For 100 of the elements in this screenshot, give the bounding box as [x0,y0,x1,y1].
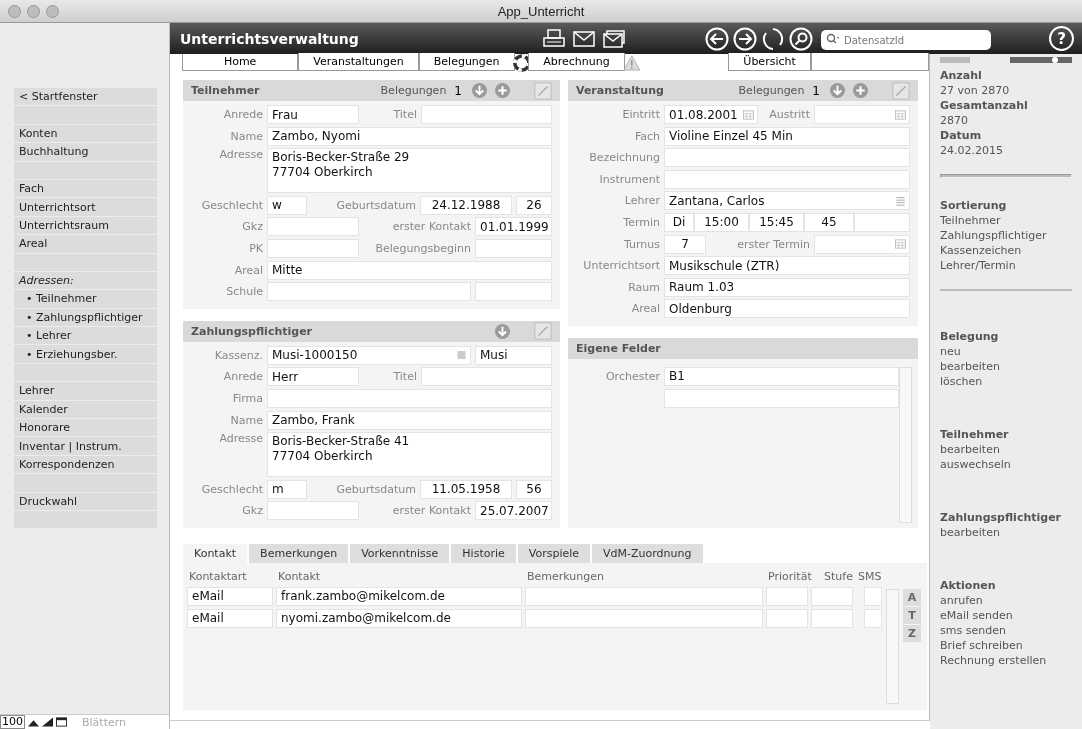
text-field[interactable]: Mitte [267,260,552,280]
calendar-icon[interactable] [743,109,754,120]
toggle-segment[interactable] [940,57,970,63]
date-field[interactable]: 24.12.1988 [420,195,512,215]
table-cell[interactable] [525,586,763,606]
text-field[interactable] [475,282,552,302]
scrollbar[interactable] [899,366,912,523]
address-field[interactable]: Boris-Becker-Straße 29 77704 Oberkirch [267,148,552,194]
action-link[interactable]: Brief schreiben [940,638,1072,653]
table-cell[interactable] [766,586,808,606]
table-cell[interactable]: eMail [187,608,273,628]
sidebar-item[interactable]: Areal [14,235,157,253]
text-field[interactable] [664,169,910,189]
text-field[interactable]: Musi [475,345,552,365]
sidebar-item[interactable]: • Zahlungspflichtiger [14,308,157,327]
down-arrow-icon[interactable] [830,83,845,98]
sidebar-item[interactable]: Kalender [14,400,157,419]
date-field[interactable]: 01.01.1999 [475,217,552,237]
date-field[interactable]: 01.08.2001 [664,105,758,124]
text-field[interactable]: Zambo, Nyomi [267,126,552,146]
search-icon[interactable] [789,26,813,51]
tab[interactable]: Historie [451,543,516,563]
sidebar-item[interactable]: Korrespondenzen [14,455,157,474]
table-cell[interactable] [864,586,882,606]
table-cell[interactable]: nyomi.zambo@mikelcom.de [276,608,522,628]
text-field[interactable]: Di [664,212,694,232]
text-field[interactable]: w [267,195,307,215]
down-arrow-icon[interactable] [472,83,487,98]
date-field[interactable] [475,238,552,258]
text-field[interactable]: m [267,479,307,499]
nav-tab[interactable]: Übersicht [728,53,811,71]
text-field[interactable] [854,212,910,232]
letter-button[interactable]: Z [903,624,921,642]
text-field[interactable] [267,217,359,237]
action-link[interactable]: bearbeiten [940,442,1072,457]
sidebar-item[interactable]: Druckwahl [14,492,157,510]
action-link[interactable]: Kassenzeichen [940,243,1072,258]
table-cell[interactable] [864,608,882,628]
zoom-icon[interactable] [46,4,59,18]
date-field[interactable]: 25.07.2007 [475,501,552,521]
sidebar-item[interactable]: • Teilnehmer [14,290,157,308]
scrollbar[interactable] [886,588,899,704]
nav-tab[interactable]: Veranstaltungen [298,53,419,71]
envelope-stack-icon[interactable] [603,28,625,49]
text-field[interactable] [267,501,359,521]
action-link[interactable]: Lehrer/Termin [940,258,1072,273]
sidebar-item[interactable]: Unterrichtsraum [14,216,157,235]
minimize-icon[interactable] [27,4,40,18]
text-field[interactable] [664,148,910,168]
text-field[interactable] [267,388,552,408]
text-field[interactable]: Oldenburg [664,299,910,319]
text-field[interactable]: Zantana, Carlos [664,191,910,211]
address-field[interactable]: Boris-Becker-Straße 41 77704 Oberkirch [267,432,552,478]
table-cell[interactable] [811,608,853,628]
text-field[interactable]: Musikschule (ZTR) [664,256,910,276]
window-icon[interactable] [56,717,67,727]
sidebar-item[interactable]: • Erziehungsber. [14,345,157,363]
letter-button[interactable]: A [903,588,921,606]
sidebar-item[interactable]: Konten [14,124,157,143]
text-field[interactable]: Zambo, Frank [267,410,552,430]
text-field[interactable] [267,238,359,258]
toggle-switch[interactable] [1010,57,1072,63]
mail-icon[interactable] [573,28,595,49]
text-field[interactable]: B1 [664,366,899,386]
tab[interactable]: VdM-Zuordnung [592,543,703,563]
printer-icon[interactable] [543,28,565,49]
action-link[interactable]: neu [940,344,1072,359]
text-field[interactable]: Herr [267,367,359,387]
table-cell[interactable] [811,586,853,606]
tab[interactable]: Kontakt [183,543,248,563]
sidebar-item[interactable]: Buchhaltung [14,143,157,161]
back-icon[interactable] [705,26,729,51]
action-link[interactable]: Rechnung erstellen [940,653,1072,668]
help-button[interactable]: ? [1049,26,1074,51]
edit-icon[interactable] [534,81,552,100]
list-icon[interactable] [895,195,906,206]
tab[interactable]: Bemerkungen [249,543,349,563]
text-field[interactable]: 7 [664,234,706,254]
text-field[interactable] [421,105,552,124]
action-link[interactable]: anrufen [940,593,1072,608]
table-cell[interactable] [766,608,808,628]
edit-icon[interactable] [534,322,552,341]
nav-tab[interactable]: Belegungen [418,53,515,71]
text-field[interactable]: 45 [804,212,854,232]
text-field[interactable]: 15:45 [749,212,804,232]
lifebuoy-icon[interactable] [512,54,531,72]
nav-tab[interactable]: Abrechnung [528,53,625,71]
action-link[interactable]: eMail senden [940,608,1072,623]
text-field[interactable]: Violine Einzel 45 Min [664,126,910,146]
sidebar-item[interactable]: Honorare [14,419,157,437]
sidebar-item[interactable]: • Lehrer [14,327,157,345]
forward-icon[interactable] [733,26,757,51]
add-icon[interactable] [853,83,868,98]
zoom-level[interactable]: 100 [0,715,25,729]
date-field[interactable]: 11.05.1958 [420,479,512,499]
tab[interactable]: Vorkenntnisse [350,543,450,563]
action-link[interactable]: auswechseln [940,457,1072,472]
sidebar-item[interactable]: Inventar | Instrum. [14,437,157,455]
sidebar-item[interactable]: Lehrer [14,382,157,400]
calendar-icon[interactable] [895,239,906,250]
